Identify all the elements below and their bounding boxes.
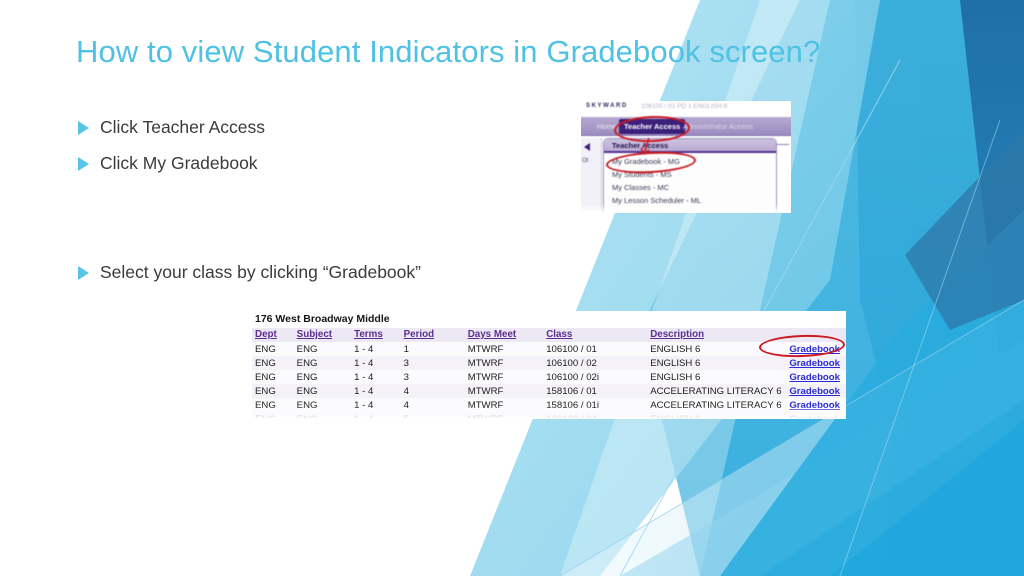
cell-gradebook-action: Gradebook <box>789 412 846 419</box>
screenshot-gradebook-class-list: 176 West Broadway Middle Dept Subject Te… <box>252 311 846 419</box>
table-body: ENG ENG 1 - 4 1 MTWRF 106100 / 01 ENGLISH 6 Gra… <box>252 342 846 419</box>
teacher-access-dropdown-panel: Teacher Access My Gradebook - MG My Stud… <box>603 138 777 213</box>
bullet-item-3: Select your class by clicking “Gradebook… <box>78 262 421 283</box>
cell-class: 158106 / 01i <box>546 398 651 412</box>
cell-terms: 1 - 4 <box>354 384 404 398</box>
cell-gradebook-action: Gradebook <box>789 398 846 412</box>
cell-period: 5 <box>403 412 468 419</box>
cell-days-meet: MTWRF <box>467 398 547 412</box>
cell-dept: ENG <box>252 370 297 384</box>
cell-dept: ENG <box>252 412 297 419</box>
gradebook-link[interactable]: Gradebook <box>789 358 840 369</box>
cell-terms: 1 - 4 <box>354 398 404 412</box>
column-header-dept[interactable]: Dept <box>252 328 297 342</box>
cell-subject: ENG <box>296 342 355 356</box>
cell-days-meet: MTWRF <box>467 342 547 356</box>
gradebook-link[interactable]: Gradebook <box>789 372 840 383</box>
cell-period: 3 <box>403 356 468 370</box>
cell-gradebook-action: Gradebook <box>789 370 846 384</box>
cell-period: 4 <box>403 384 468 398</box>
cell-subject: ENG <box>296 398 355 412</box>
tab-administrator-access[interactable]: Administrator Access <box>678 119 758 134</box>
cell-class: 106100 / 02i <box>546 370 651 384</box>
page-title: How to view Student Indicators in Gradeb… <box>76 34 821 69</box>
cell-period: 4 <box>403 398 468 412</box>
bullet-arrow-icon <box>78 157 89 171</box>
cell-subject: ENG <box>296 412 355 419</box>
bullet-arrow-icon <box>78 266 89 280</box>
cell-dept: ENG <box>252 342 297 356</box>
screenshot-teacher-access-menu: SKYWARD 106100 / 01 PD 1 ENGLISH 6 Home … <box>581 101 791 213</box>
cell-description: ENGLISH 6 <box>650 412 790 419</box>
bullet-label: Select your class by clicking “Gradebook… <box>100 262 421 282</box>
background-decoration <box>470 0 1024 576</box>
cell-class: 158106 / 01 <box>546 384 651 398</box>
cell-subject: ENG <box>296 370 355 384</box>
gradebook-link[interactable]: Gradebook <box>789 386 840 397</box>
cell-dept: ENG <box>252 384 297 398</box>
cell-subject: ENG <box>296 356 355 370</box>
cell-description: ACCELERATING LITERACY 6 <box>650 384 790 398</box>
gradebook-link[interactable]: Gradebook <box>789 414 840 420</box>
cell-terms: 1 - 4 <box>354 370 404 384</box>
sidebar-truncated-label: Ot <box>582 158 589 164</box>
cell-class: 106100 / 02 <box>546 356 651 370</box>
table-row: ENG ENG 1 - 4 3 MTWRF 106100 / 02i ENGLISH 6 Gr… <box>252 370 846 384</box>
cell-gradebook-action: Gradebook <box>789 384 846 398</box>
column-header-terms[interactable]: Terms <box>354 328 404 342</box>
cell-description: ENGLISH 6 <box>650 356 790 370</box>
column-header-period[interactable]: Period <box>403 328 468 342</box>
column-header-days-meet[interactable]: Days Meet <box>467 328 547 342</box>
cell-days-meet: MTWRF <box>467 412 547 419</box>
slide-canvas: How to view Student Indicators in Gradeb… <box>0 0 1024 576</box>
table-row: ENG ENG 1 - 4 4 MTWRF 158106 / 01i ACCELERATIN… <box>252 398 846 412</box>
skyward-context-label: 106100 / 01 PD 1 ENGLISH 6 <box>641 103 728 110</box>
cell-period: 3 <box>403 370 468 384</box>
cell-class: 106100 / 04 <box>546 412 651 419</box>
cell-terms: 1 - 4 <box>354 342 404 356</box>
cell-class: 106100 / 01 <box>546 342 651 356</box>
cell-period: 1 <box>403 342 468 356</box>
school-name-heading: 176 West Broadway Middle <box>255 313 390 325</box>
cell-days-meet: MTWRF <box>467 356 547 370</box>
cell-dept: ENG <box>252 398 297 412</box>
cell-days-meet: MTWRF <box>467 384 547 398</box>
left-sidebar-strip: Ot <box>581 138 602 213</box>
table-header-row: Dept Subject Terms Period Days Meet Clas… <box>252 328 846 342</box>
table-row: ENG ENG 1 - 4 3 MTWRF 106100 / 02 ENGLISH 6 Gra… <box>252 356 846 370</box>
cell-terms: 1 - 4 <box>354 356 404 370</box>
bullet-label: Click My Gradebook <box>100 153 258 173</box>
screenshot-bottom-fade <box>581 204 791 213</box>
cell-gradebook-action: Gradebook <box>789 356 846 370</box>
cell-days-meet: MTWRF <box>467 370 547 384</box>
collapse-left-arrow-icon[interactable] <box>584 143 590 151</box>
column-header-subject[interactable]: Subject <box>296 328 355 342</box>
bullet-arrow-icon <box>78 121 89 135</box>
bullet-item-2: Click My Gradebook <box>78 153 258 174</box>
bullet-label: Click Teacher Access <box>100 117 266 137</box>
table-row: ENG ENG 1 - 4 5 MTWRF 106100 / 04 ENGLISH 6 Gra… <box>252 412 846 419</box>
cell-subject: ENG <box>296 384 355 398</box>
skyward-logo: SKYWARD <box>586 103 628 109</box>
class-list-table: Dept Subject Terms Period Days Meet Clas… <box>252 328 846 419</box>
cell-terms: 1 - 4 <box>354 412 404 419</box>
cell-description: ENGLISH 6 <box>650 370 790 384</box>
cell-description: ACCELERATING LITERACY 6 <box>650 398 790 412</box>
table-row: ENG ENG 1 - 4 4 MTWRF 158106 / 01 ACCELERATING… <box>252 384 846 398</box>
menu-item-my-classes[interactable]: My Classes - MC <box>612 183 669 192</box>
bullet-item-1: Click Teacher Access <box>78 117 265 138</box>
column-header-class[interactable]: Class <box>546 328 651 342</box>
gradebook-link[interactable]: Gradebook <box>789 400 840 411</box>
skyward-header-bar: SKYWARD 106100 / 01 PD 1 ENGLISH 6 <box>581 101 791 117</box>
table-row: ENG ENG 1 - 4 1 MTWRF 106100 / 01 ENGLISH 6 Gra… <box>252 342 846 356</box>
cell-dept: ENG <box>252 356 297 370</box>
dropdown-panel-title: Teacher Access <box>604 139 776 153</box>
